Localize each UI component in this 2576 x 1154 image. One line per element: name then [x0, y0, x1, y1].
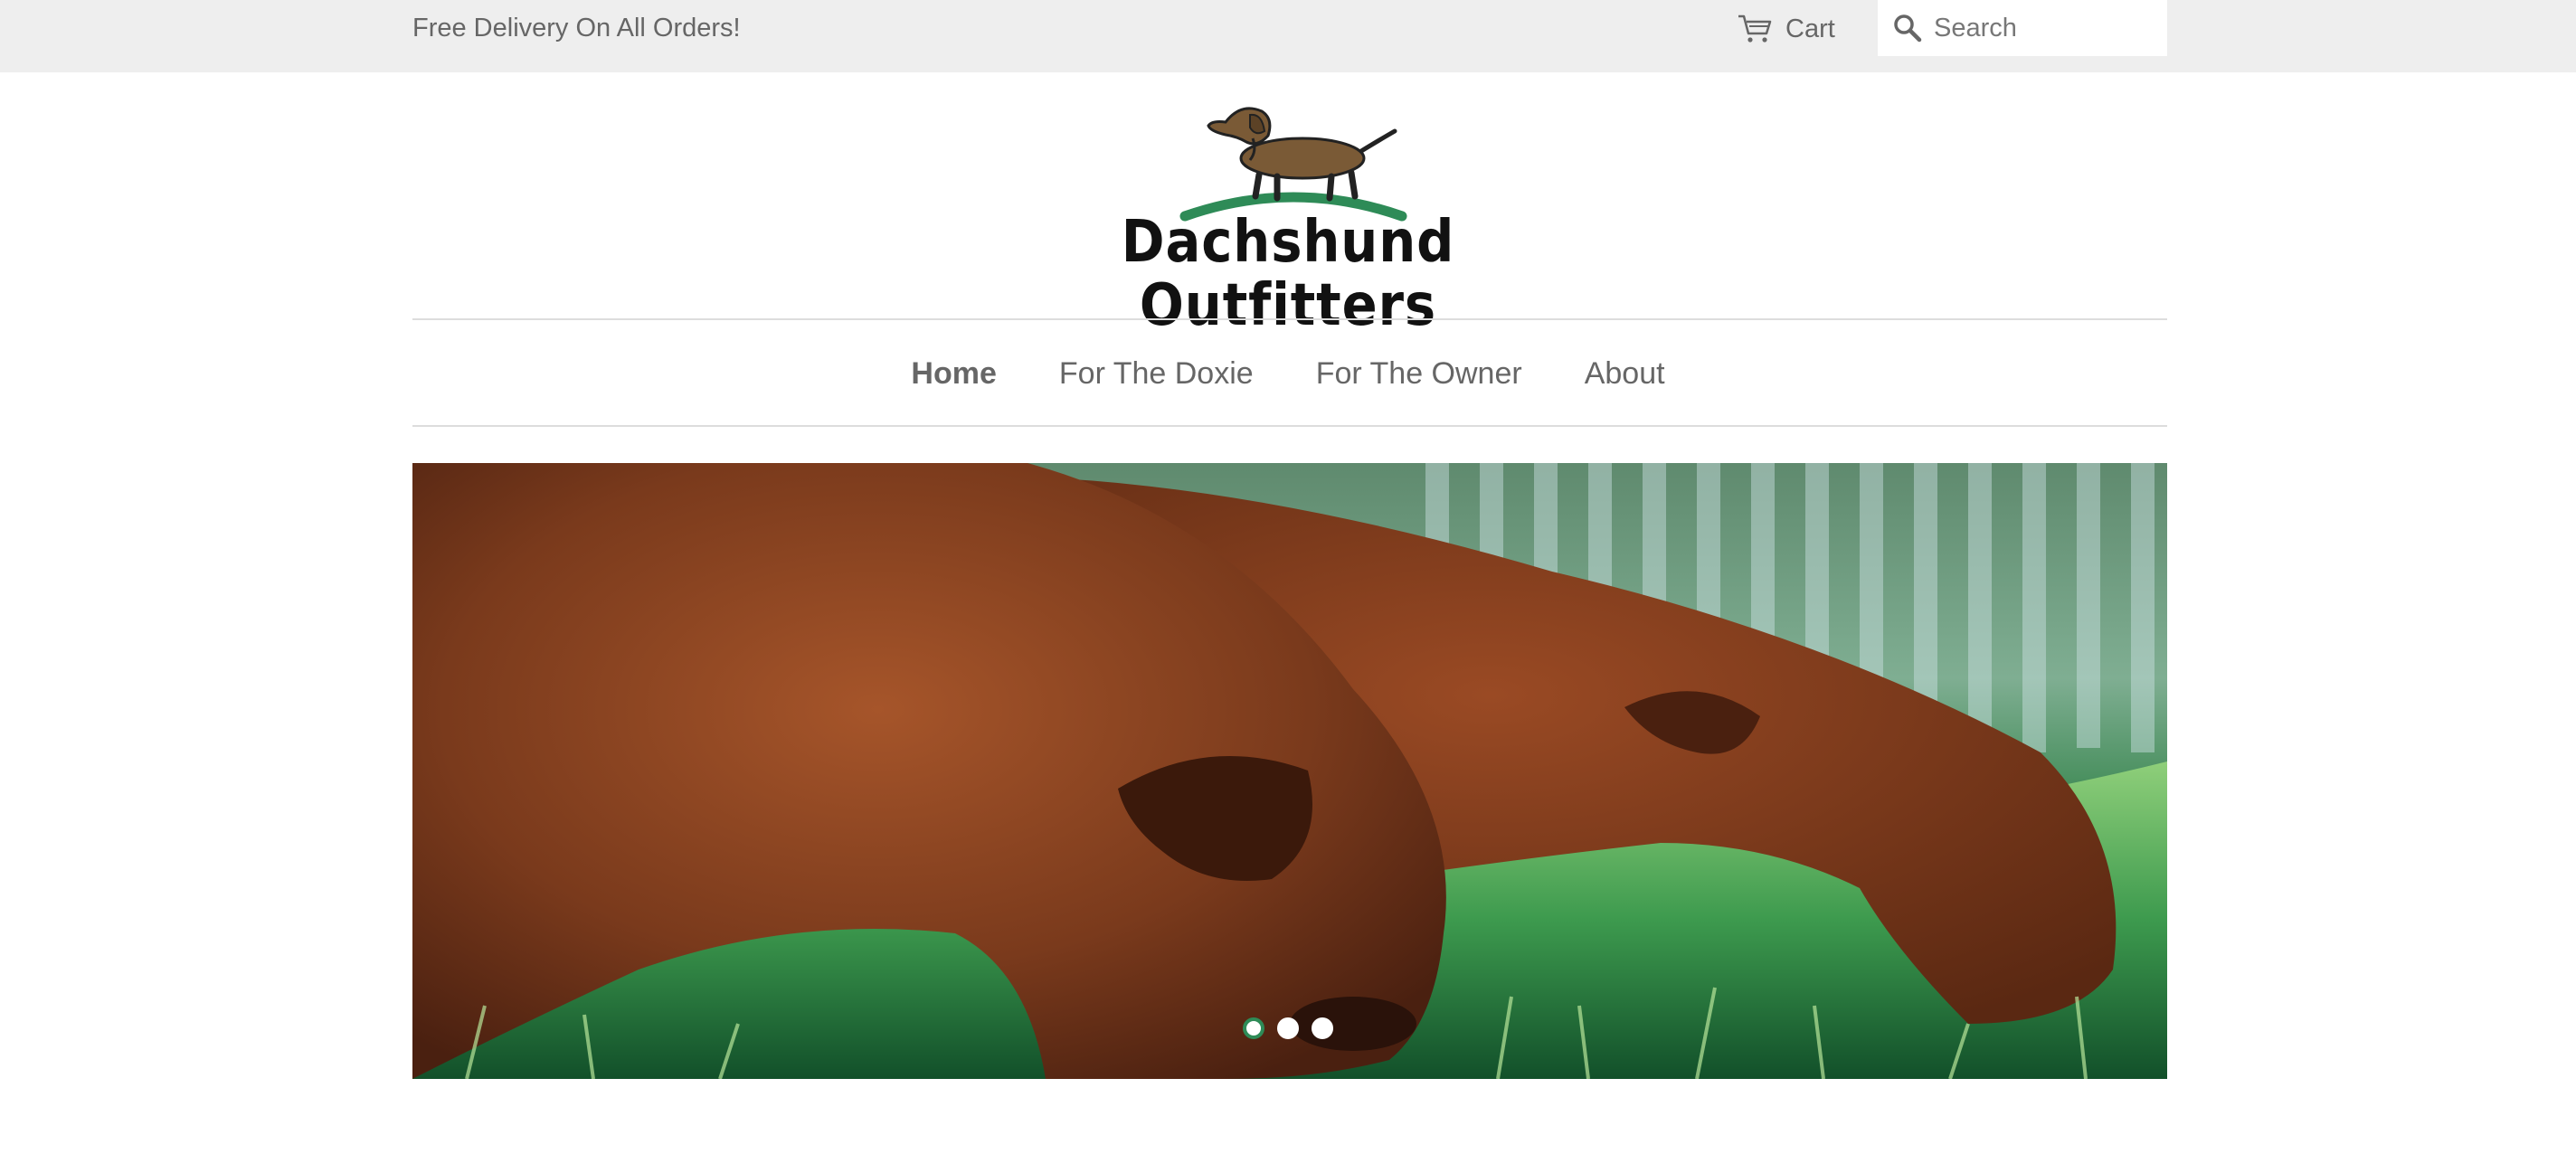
nav-item-for-the-doxie[interactable]: For The Doxie	[1059, 353, 1254, 394]
search-box[interactable]	[1878, 0, 2167, 56]
nav-divider-bottom	[412, 425, 2167, 427]
nav-item-home[interactable]: Home	[911, 353, 996, 394]
search-input[interactable]	[1934, 13, 2151, 43]
slide-dot-3[interactable]	[1312, 1017, 1333, 1039]
nav-item-for-the-owner[interactable]: For The Owner	[1316, 353, 1522, 394]
announcement-text: Free Delivery On All Orders!	[412, 14, 741, 43]
nav-divider-top	[412, 318, 2167, 320]
cart-link[interactable]: Cart	[1737, 11, 1835, 47]
slide-dot-2[interactable]	[1277, 1017, 1299, 1039]
search-icon[interactable]	[1892, 13, 1923, 43]
cart-label: Cart	[1785, 14, 1835, 43]
cart-icon	[1738, 14, 1772, 43]
hero-image	[412, 463, 2167, 1079]
announcement-bar: Free Delivery On All Orders! Cart	[0, 0, 2576, 72]
slide-dot-1[interactable]	[1243, 1017, 1264, 1039]
nav-item-about[interactable]: About	[1585, 353, 1665, 394]
slideshow-dots	[1243, 1017, 1333, 1039]
hero-slideshow[interactable]	[412, 463, 2167, 1079]
main-nav: Home For The Doxie For The Owner About	[0, 353, 2576, 394]
dachshund-logo-icon	[1179, 107, 1407, 222]
site-logo[interactable]: Dachshund Outfitters	[1040, 95, 1536, 337]
